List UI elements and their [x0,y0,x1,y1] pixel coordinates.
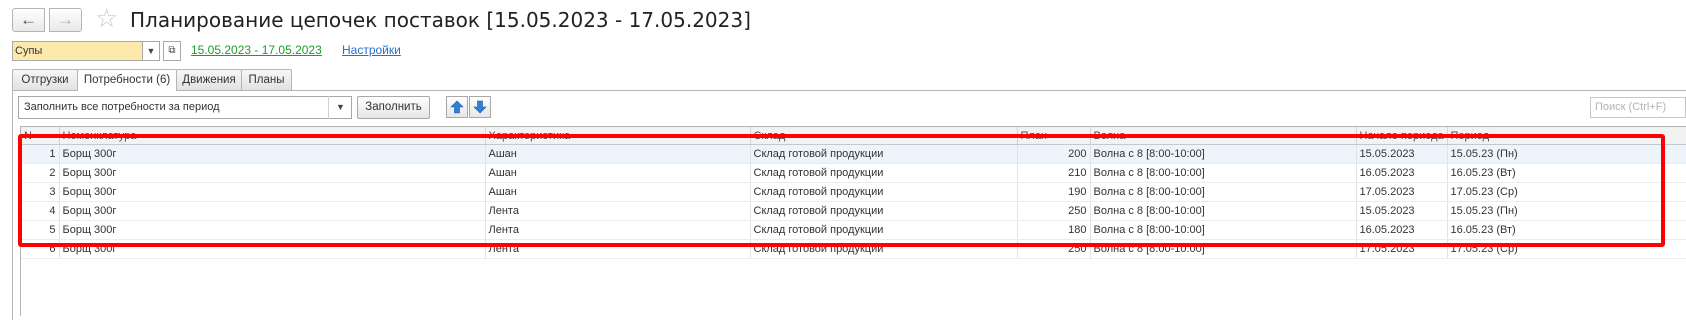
cell-item: Борщ 300г [59,201,486,221]
needs-table: N Номенклатура Характеристика Склад План… [20,126,1686,316]
cell-item: Борщ 300г [59,239,486,259]
cell-warehouse: Склад готовой продукции [750,201,1018,221]
cell-n: 3 [21,182,60,202]
table-row[interactable]: 3 Борщ 300г Ашан Склад готовой продукции… [21,182,1686,202]
move-up-button[interactable] [446,96,468,118]
cell-characteristic: Лента [485,239,751,259]
cell-n: 2 [21,163,60,183]
column-header-plan[interactable]: План [1017,127,1091,145]
chevron-down-icon[interactable]: ▼ [142,41,160,61]
tab-shipments[interactable]: Отгрузки [12,69,78,90]
tab-needs[interactable]: Потребности (6) [77,69,177,91]
cell-start: 17.05.2023 [1356,239,1448,259]
table-row[interactable]: 4 Борщ 300г Лента Склад готовой продукци… [21,201,1686,221]
column-header-item[interactable]: Номенклатура [59,127,486,145]
arrow-right-icon: → [57,10,74,29]
column-header-characteristic[interactable]: Характеристика [485,127,751,145]
cell-warehouse: Склад готовой продукции [750,163,1018,183]
tab-plans[interactable]: Планы [241,69,292,90]
cell-n: 6 [21,239,60,259]
cell-wave: Волна с 8 [8:00-10:00] [1090,239,1357,259]
cell-start: 16.05.2023 [1356,163,1448,183]
table-row[interactable]: 1 Борщ 300г Ашан Склад готовой продукции… [21,144,1686,164]
cell-start: 15.05.2023 [1356,201,1448,221]
cell-plan: 250 [1017,239,1091,259]
cell-period: 17.05.23 (Ср) [1447,239,1686,259]
cell-item: Борщ 300г [59,144,486,164]
cell-characteristic: Ашан [485,182,751,202]
column-header-n[interactable]: N [21,127,60,145]
cell-n: 4 [21,201,60,221]
cell-plan: 210 [1017,163,1091,183]
search-input[interactable]: Поиск (Ctrl+F) [1590,97,1686,118]
cell-warehouse: Склад готовой продукции [750,144,1018,164]
cell-start: 15.05.2023 [1356,144,1448,164]
fill-button[interactable]: Заполнить [357,96,430,119]
open-icon[interactable]: ⧉ [163,41,181,61]
cell-period: 17.05.23 (Ср) [1447,182,1686,202]
arrow-up-icon [450,100,464,114]
column-header-period[interactable]: Период [1447,127,1686,145]
cell-period: 16.05.23 (Вт) [1447,220,1686,240]
cell-item: Борщ 300г [59,220,486,240]
cell-wave: Волна с 8 [8:00-10:00] [1090,144,1357,164]
cell-wave: Волна с 8 [8:00-10:00] [1090,220,1357,240]
cell-plan: 180 [1017,220,1091,240]
back-button[interactable]: ← [12,8,45,32]
cell-period: 15.05.23 (Пн) [1447,201,1686,221]
cell-period: 15.05.23 (Пн) [1447,144,1686,164]
cell-n: 1 [21,144,60,164]
column-header-wave[interactable]: Волна [1090,127,1357,145]
favorite-star-icon[interactable]: ☆ [95,3,118,33]
cell-item: Борщ 300г [59,182,486,202]
table-row[interactable]: 6 Борщ 300г Лента Склад готовой продукци… [21,239,1686,259]
cell-plan: 200 [1017,144,1091,164]
cell-start: 16.05.2023 [1356,220,1448,240]
cell-warehouse: Склад готовой продукции [750,239,1018,259]
cell-characteristic: Лента [485,220,751,240]
cell-n: 5 [21,220,60,240]
arrow-left-icon: ← [20,10,37,29]
column-header-start[interactable]: Начало периода [1356,127,1448,145]
forward-button[interactable]: → [49,8,82,32]
cell-wave: Волна с 8 [8:00-10:00] [1090,163,1357,183]
cell-characteristic: Ашан [485,144,751,164]
cell-start: 17.05.2023 [1356,182,1448,202]
cell-wave: Волна с 8 [8:00-10:00] [1090,201,1357,221]
period-link[interactable]: 15.05.2023 - 17.05.2023 [191,43,322,57]
cell-warehouse: Склад готовой продукции [750,182,1018,202]
move-down-button[interactable] [469,96,491,118]
cell-characteristic: Ашан [485,163,751,183]
cell-warehouse: Склад готовой продукции [750,220,1018,240]
cell-plan: 250 [1017,201,1091,221]
table-row[interactable]: 2 Борщ 300г Ашан Склад готовой продукции… [21,163,1686,183]
page-title: Планирование цепочек поставок [15.05.202… [130,8,751,32]
cell-period: 16.05.23 (Вт) [1447,163,1686,183]
cell-wave: Волна с 8 [8:00-10:00] [1090,182,1357,202]
tab-movements[interactable]: Движения [176,69,242,90]
fill-mode-select[interactable]: Заполнить все потребности за период [18,96,352,119]
cell-plan: 190 [1017,182,1091,202]
column-header-warehouse[interactable]: Склад [750,127,1018,145]
cell-item: Борщ 300г [59,163,486,183]
arrow-down-icon [473,100,487,114]
cell-characteristic: Лента [485,201,751,221]
table-header: N Номенклатура Характеристика Склад План… [21,127,1686,145]
table-row[interactable]: 5 Борщ 300г Лента Склад готовой продукци… [21,220,1686,240]
chevron-down-icon[interactable]: ▼ [328,96,352,119]
settings-link[interactable]: Настройки [342,43,401,57]
product-group-field[interactable]: Супы [12,41,156,61]
